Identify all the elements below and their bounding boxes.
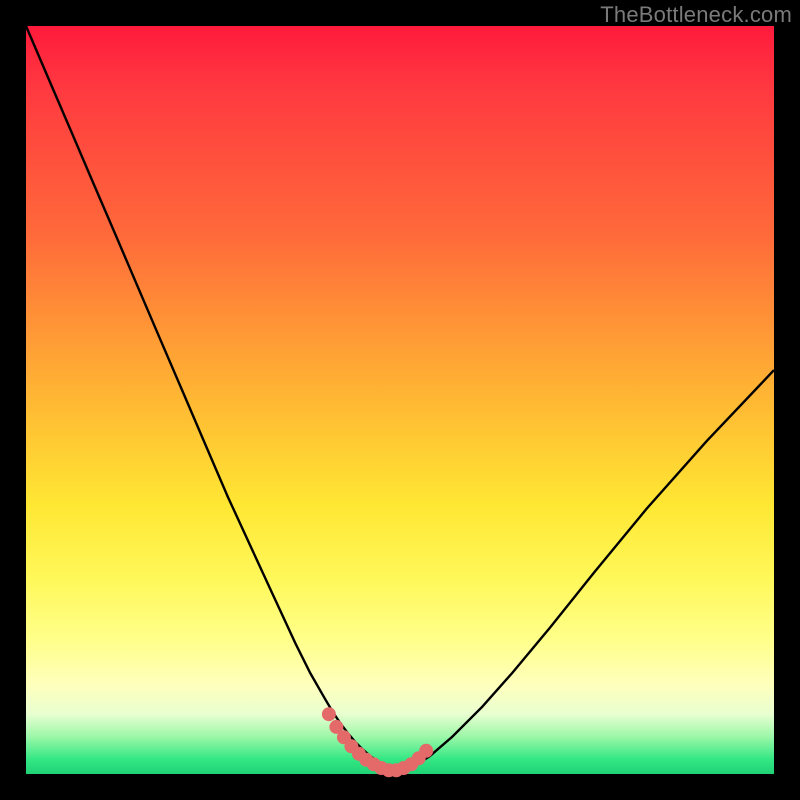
- outer-frame: TheBottleneck.com: [0, 0, 800, 800]
- bottleneck-curve: [26, 26, 774, 772]
- marker-dot: [322, 707, 336, 721]
- curve-svg: [26, 26, 774, 774]
- watermark-text: TheBottleneck.com: [600, 2, 792, 28]
- marker-dot: [419, 744, 433, 758]
- bottom-markers-group: [322, 707, 433, 777]
- plot-area: [26, 26, 774, 774]
